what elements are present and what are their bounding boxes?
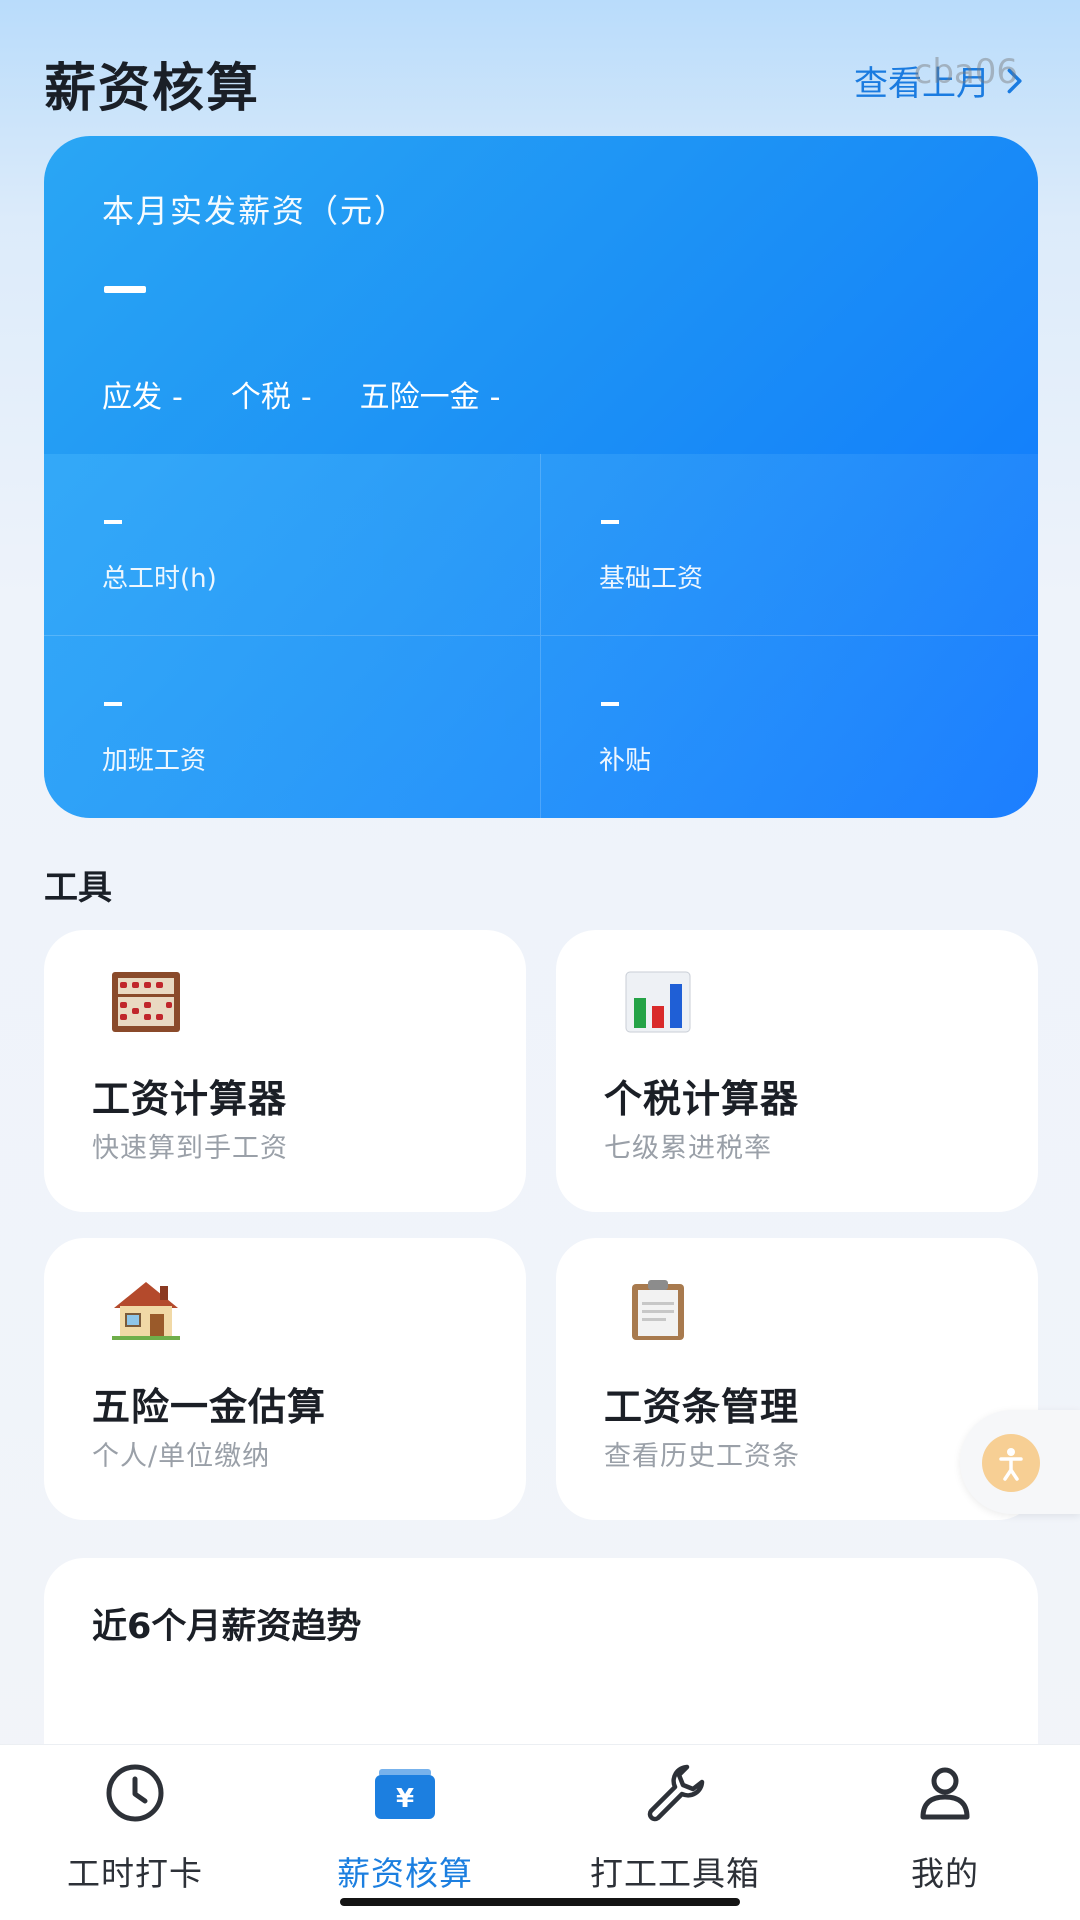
gross-pay-value: - — [172, 380, 183, 415]
tool-desc: 查看历史工资条 — [604, 1441, 800, 1472]
nav-tab-label: 打工工具箱 — [590, 1854, 760, 1893]
tool-name: 工资计算器 — [92, 1077, 288, 1121]
salary-trend-card: 近6个月薪资趋势 — [44, 1558, 1038, 1758]
salary-calculator-card[interactable]: 工资计算器 快速算到手工资 — [44, 930, 526, 1212]
gross-pay-item: 应发 - — [102, 372, 183, 416]
tool-name: 工资条管理 — [604, 1385, 800, 1429]
house-icon — [112, 1282, 180, 1340]
social-insurance-estimate-card[interactable]: 五险一金估算 个人/单位缴纳 — [44, 1238, 526, 1520]
base-salary-cell: 基础工资 — [541, 454, 1038, 636]
nav-tab-clock-in[interactable]: 工时打卡 — [0, 1745, 270, 1895]
income-tax-label: 个税 — [230, 380, 291, 415]
page-title: 薪资核算 — [44, 59, 261, 119]
watermark: cba06 — [913, 52, 1018, 92]
tool-desc: 快速算到手工资 — [92, 1133, 288, 1164]
salary-breakdown-row: 应发 - 个税 - 五险一金 - — [102, 372, 500, 416]
tool-name: 五险一金估算 — [92, 1385, 327, 1429]
wallet-yen-icon: ¥ — [375, 1769, 435, 1819]
abacus-icon — [112, 972, 180, 1032]
wrench-icon — [647, 1764, 705, 1822]
salary-trend-title: 近6个月薪资趋势 — [92, 1607, 362, 1647]
income-tax-calculator-card[interactable]: 个税计算器 七级累进税率 — [556, 930, 1038, 1212]
user-icon — [920, 1767, 970, 1820]
net-salary-label: 本月实发薪资（元） — [102, 192, 409, 230]
overtime-pay-label: 加班工资 — [102, 746, 207, 776]
income-tax-item: 个税 - — [231, 372, 312, 416]
bottom-navigation: 工时打卡 ¥ 薪资核算 打工工具箱 我的 — [0, 1744, 1080, 1920]
tool-desc: 七级累进税率 — [604, 1133, 772, 1164]
salary-stats-grid: 总工时(h) 基础工资 加班工资 补贴 — [44, 454, 1038, 818]
nav-tab-toolbox[interactable]: 打工工具箱 — [540, 1745, 810, 1895]
net-salary-amount-placeholder — [104, 286, 146, 293]
nav-tab-salary[interactable]: ¥ 薪资核算 — [270, 1745, 540, 1895]
bar-chart-icon — [625, 971, 691, 1033]
accessibility-icon — [982, 1434, 1040, 1492]
svg-text:¥: ¥ — [396, 1784, 414, 1814]
clipboard-icon — [632, 1280, 684, 1340]
overtime-pay-value — [104, 702, 122, 706]
nav-tab-label: 工时打卡 — [67, 1854, 203, 1893]
social-insurance-value: - — [489, 380, 501, 415]
salary-summary-card: 本月实发薪资（元） 应发 - 个税 - 五险一金 - 总工时(h) 基础工资 加班工资 — [44, 136, 1038, 818]
nav-tab-label: 薪资核算 — [337, 1854, 473, 1893]
header: 薪资核算 查看上月 cba06 — [0, 0, 1080, 130]
income-tax-value: - — [300, 380, 312, 415]
tool-name: 个税计算器 — [604, 1077, 800, 1121]
total-hours-cell: 总工时(h) — [44, 454, 541, 636]
tools-section-title: 工具 — [44, 868, 112, 908]
allowance-label: 补贴 — [599, 746, 652, 776]
nav-tab-label: 我的 — [911, 1854, 979, 1893]
tool-desc: 个人/单位缴纳 — [92, 1441, 271, 1472]
base-salary-value — [601, 520, 619, 524]
total-hours-value — [104, 520, 122, 524]
allowance-cell: 补贴 — [541, 636, 1038, 818]
allowance-value — [601, 702, 619, 706]
overtime-pay-cell: 加班工资 — [44, 636, 541, 818]
gross-pay-label: 应发 — [102, 380, 162, 415]
salary-card-top: 本月实发薪资（元） 应发 - 个税 - 五险一金 - — [44, 136, 1038, 454]
clock-icon — [106, 1764, 164, 1822]
accessibility-floating-button[interactable] — [960, 1410, 1080, 1514]
home-indicator[interactable] — [340, 1898, 740, 1906]
base-salary-label: 基础工资 — [599, 564, 704, 594]
nav-tab-profile[interactable]: 我的 — [810, 1745, 1080, 1895]
social-insurance-label: 五险一金 — [359, 380, 480, 415]
total-hours-label: 总工时(h) — [102, 564, 217, 594]
social-insurance-item: 五险一金 - — [360, 372, 501, 416]
